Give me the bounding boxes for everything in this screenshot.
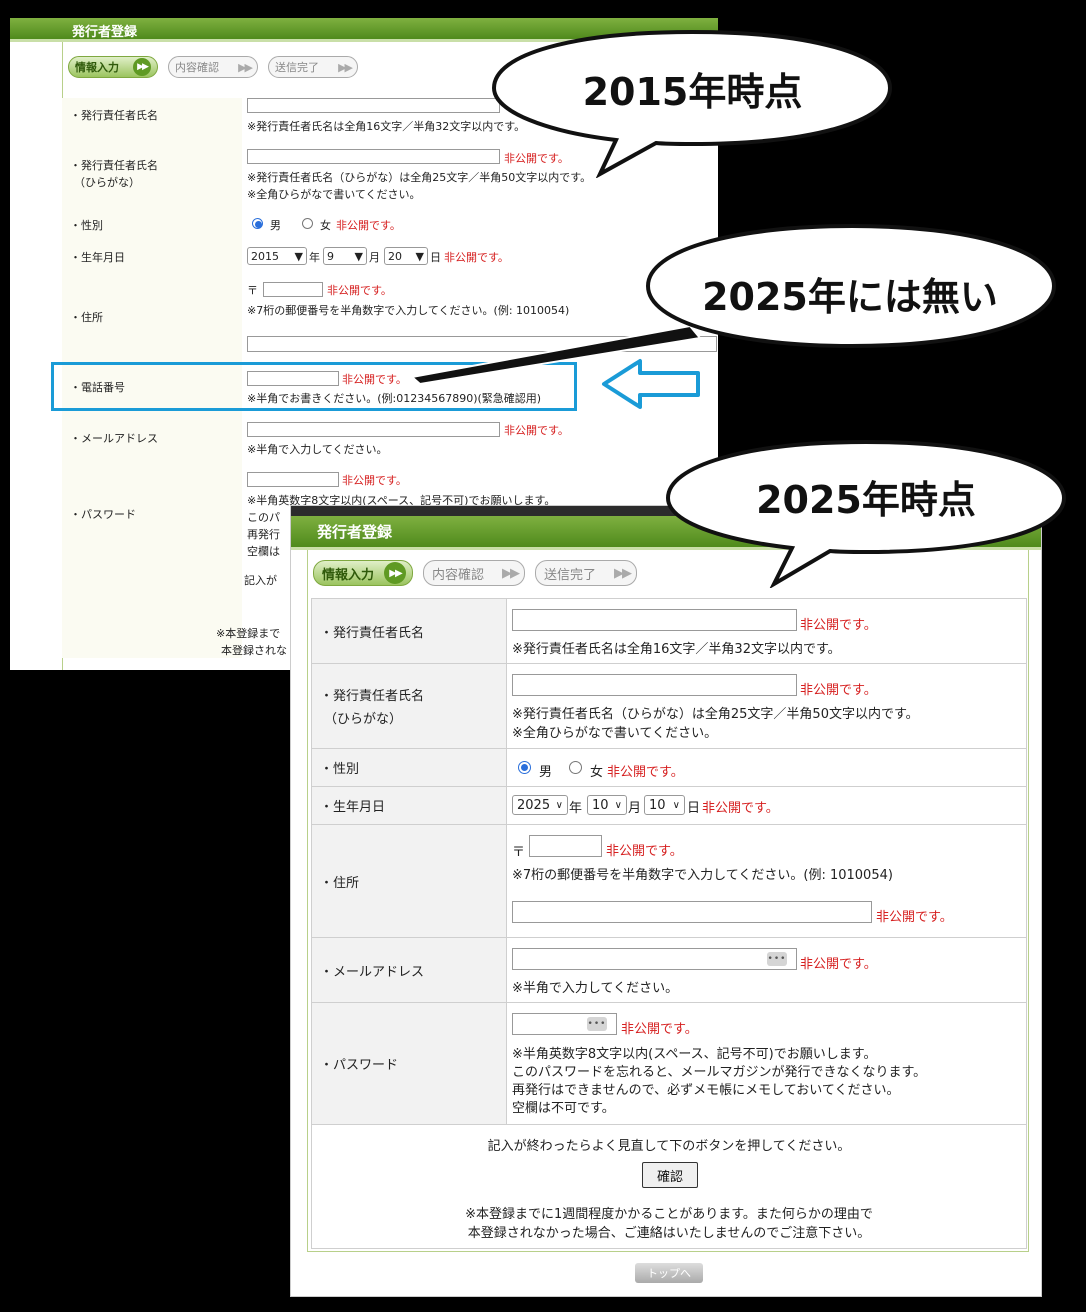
chevron-down-icon: ∨ [555, 799, 563, 811]
callout-2025: 2025年時点 [664, 438, 1068, 588]
step-arrow-icon: ▶▶ [614, 565, 632, 581]
new-postal-input[interactable] [529, 835, 602, 857]
password-manager-icon[interactable]: ••• [767, 952, 787, 966]
chevron-down-icon: ∨ [672, 799, 680, 811]
new-male-radio[interactable] [518, 761, 531, 774]
step-arrow-icon: ▶▶ [502, 565, 520, 581]
new-birth-label: ・生年月日 [311, 786, 507, 825]
new-kana-input[interactable] [512, 674, 797, 696]
new-email-input[interactable] [512, 948, 797, 970]
new-birth-day-select[interactable]: 10 ∨ [644, 795, 685, 815]
chevron-down-icon: ∨ [614, 799, 622, 811]
step-arrow-icon: ▶▶ [384, 562, 406, 584]
callout-2015: 2015年時点 [490, 28, 895, 178]
new-address-label: ・住所 [311, 824, 507, 938]
new-birth-year-select[interactable]: 2025 ∨ [512, 795, 568, 815]
new-step-confirm: 内容確認 ▶▶ [423, 560, 525, 586]
confirm-button[interactable]: 確認 [642, 1162, 698, 1188]
new-gender-label: ・性別 [311, 748, 507, 787]
new-name-label: ・発行責任者氏名 [311, 598, 507, 664]
callout-2025-missing: 2025年には無い [640, 222, 1060, 352]
new-email-label: ・メールアドレス [311, 937, 507, 1003]
new-form-screenshot: 発行者登録 情報入力 ▶▶ 内容確認 ▶▶ 送信完了 ▶▶ ・発行責任者氏名 非公開で… [290, 505, 1042, 1297]
new-form-table: ・発行責任者氏名 非公開です。 ※発行責任者氏名は全角16文字／半角32文字以内… [311, 598, 1027, 1249]
new-step-indicator: 情報入力 ▶▶ 内容確認 ▶▶ 送信完了 ▶▶ [313, 560, 647, 586]
new-step-info: 情報入力 ▶▶ [313, 560, 413, 586]
new-name-input[interactable] [512, 609, 797, 631]
new-birth-month-select[interactable]: 10 ∨ [587, 795, 627, 815]
new-address-input[interactable] [512, 901, 872, 923]
new-female-radio[interactable] [569, 761, 582, 774]
confirm-instruction: 記入が終わったらよく見直して下のボタンを押してください。 [487, 1139, 851, 1154]
new-step-complete: 送信完了 ▶▶ [535, 560, 637, 586]
new-kana-label: ・発行責任者氏名 [320, 689, 425, 704]
password-manager-icon[interactable]: ••• [587, 1017, 607, 1031]
new-password-label: ・パスワード [311, 1002, 507, 1125]
top-page-button[interactable]: トップへ [635, 1263, 703, 1283]
